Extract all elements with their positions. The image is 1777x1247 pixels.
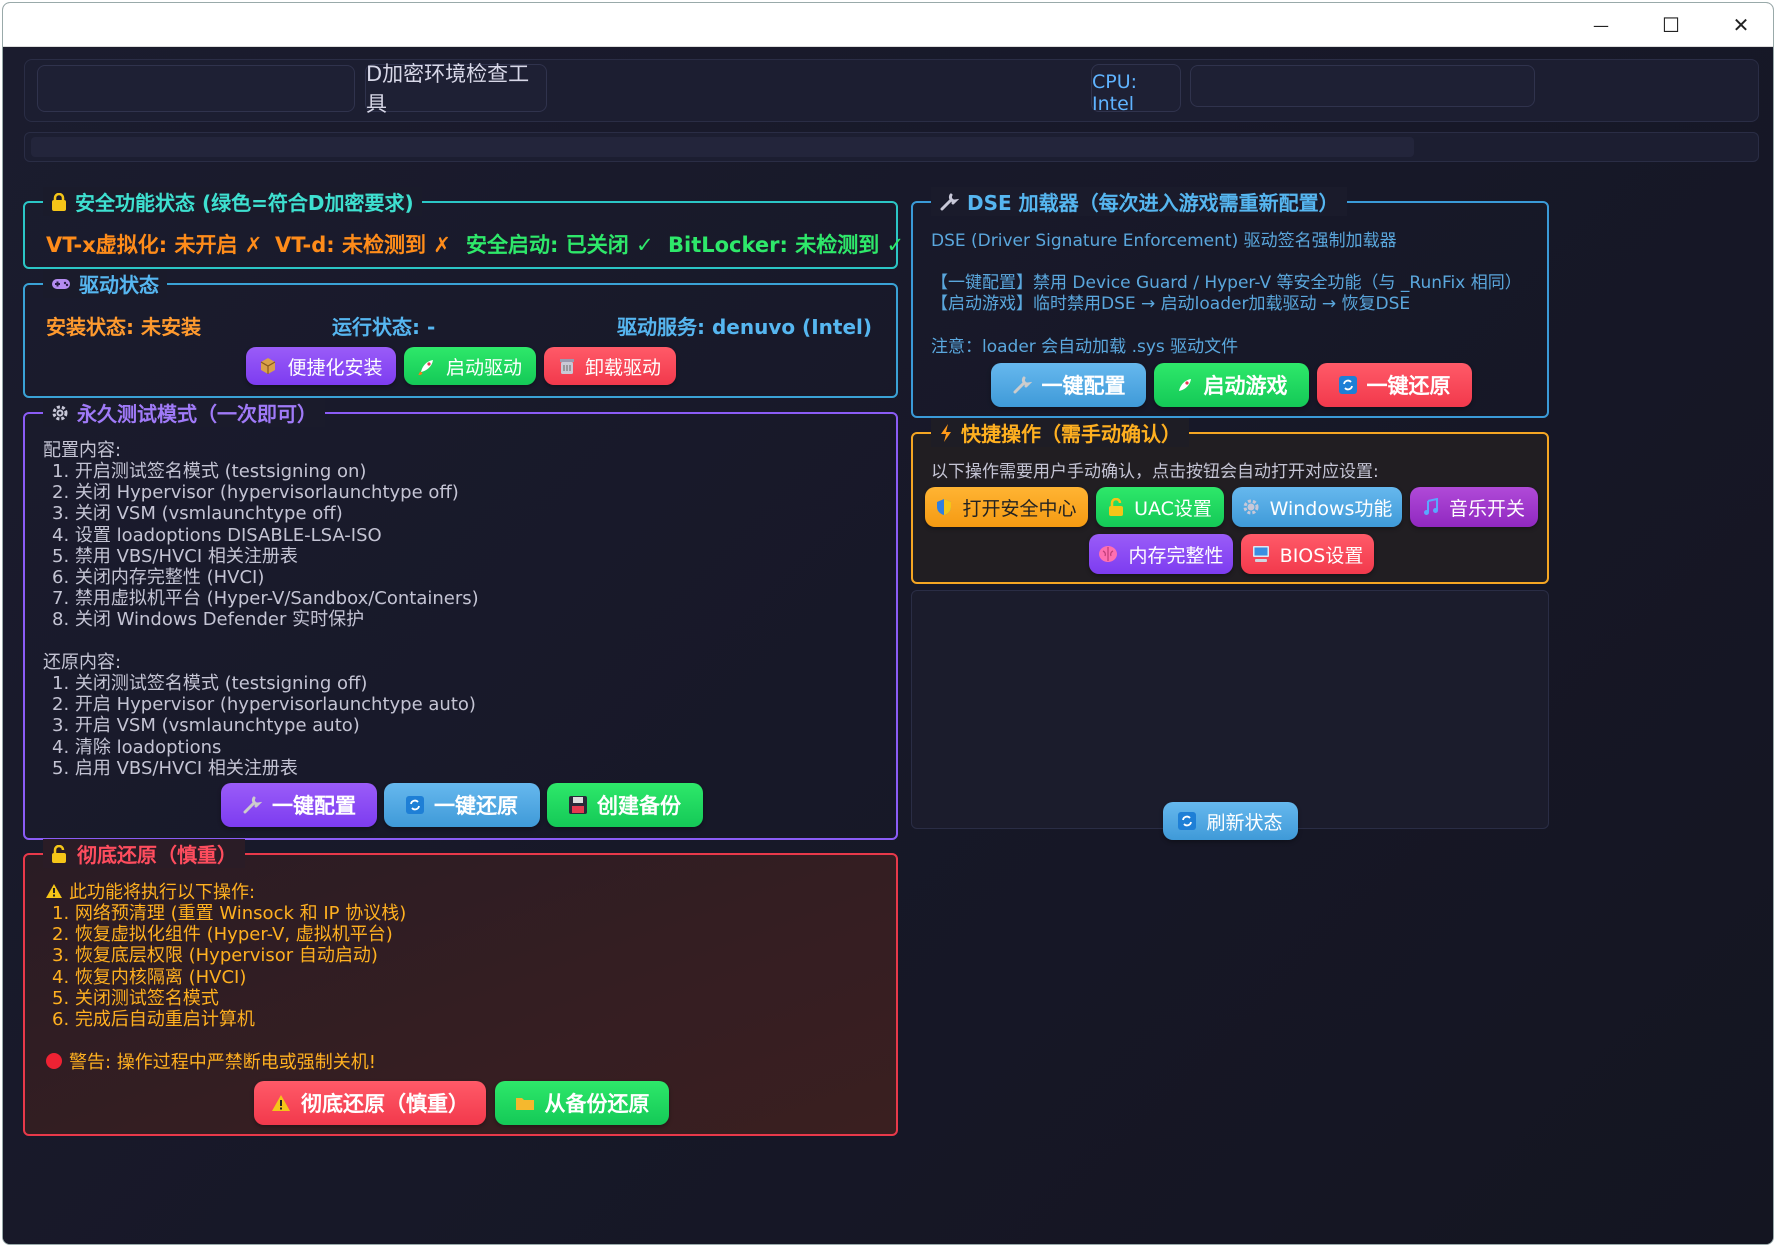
list-item: 6. 完成后自动重启计算机 (52, 1009, 255, 1030)
gear-icon (1242, 498, 1260, 516)
install-status: 安装状态: 未安装 (46, 315, 201, 339)
header-right-box (1190, 65, 1535, 107)
dse-panel: DSE 加载器（每次进入游戏需重新配置） DSE (Driver Signatu… (911, 187, 1549, 418)
trash-icon (559, 357, 575, 375)
lock-icon (51, 192, 67, 211)
bios-settings-button[interactable]: BIOS设置 (1241, 534, 1374, 574)
package-icon (259, 357, 277, 375)
close-icon: ✕ (1732, 13, 1750, 37)
unlock-icon (1108, 498, 1124, 516)
client-area: D加密环境检查工具 CPU: Intel 安全功能状态 (绿色=符合D加密要求)… (3, 48, 1773, 1244)
brain-icon (1098, 545, 1118, 563)
warning-icon (45, 883, 63, 899)
gamepad-icon (51, 277, 71, 291)
warning-icon (271, 1094, 291, 1112)
memory-integrity-button[interactable]: 内存完整性 (1089, 534, 1233, 574)
header-bar: D加密环境检查工具 CPU: Intel (24, 59, 1759, 122)
quick-title: 快捷操作（需手动确认） (931, 418, 1189, 447)
list-item: 8. 关闭 Windows Defender 实时保护 (52, 609, 365, 631)
rocket-icon (418, 357, 436, 375)
dse-note: 注意：loader 会自动加载 .sys 驱动文件 (931, 337, 1239, 357)
restore-from-backup-button[interactable]: 从备份还原 (495, 1081, 669, 1125)
cpu-label: CPU: Intel (1091, 64, 1181, 115)
unlock-icon (51, 844, 69, 863)
driver-panel: 驱动状态 安装状态: 未安装 运行状态: - 驱动服务: denuvo (Int… (23, 269, 898, 398)
maximize-icon: ☐ (1662, 13, 1680, 37)
rocket-icon (1176, 376, 1194, 394)
minimize-icon: — (1593, 15, 1609, 35)
wrench-icon (1012, 375, 1032, 395)
progress-fill (31, 137, 1414, 157)
testmode-title: 永久测试模式（一次即可） (43, 398, 325, 427)
security-panel: 安全功能状态 (绿色=符合D加密要求) VT-x虚拟化: 未开启 ✗ VT-d:… (23, 187, 904, 269)
refresh-status-button[interactable]: 刷新状态 (1163, 802, 1298, 840)
maximize-button[interactable]: ☐ (1636, 3, 1706, 47)
refresh-icon (406, 796, 424, 814)
dse-line2: 【启动游戏】临时禁用DSE → 启动loader加载驱动 → 恢复DSE (931, 294, 1411, 314)
vtx-status: VT-x虚拟化: 未开启 ✗ (46, 233, 263, 257)
close-button[interactable]: ✕ (1706, 3, 1773, 47)
shield-icon (936, 498, 952, 516)
secureboot-status: 安全启动: 已关闭 ✓ (466, 233, 654, 257)
minimize-button[interactable]: — (1566, 3, 1636, 47)
start-driver-button[interactable]: 启动驱动 (404, 347, 536, 385)
uninstall-driver-button[interactable]: 卸载驱动 (544, 347, 676, 385)
dse-restore-button[interactable]: 一键还原 (1317, 363, 1472, 407)
driver-title: 驱动状态 (43, 269, 167, 298)
fullrestore-title: 彻底还原（慎重） (43, 839, 245, 868)
vtd-status: VT-d: 未检测到 ✗ (275, 233, 451, 257)
gear-icon (51, 404, 69, 422)
progress-bar (24, 132, 1759, 162)
driver-service: 驱动服务: denuvo (Intel) (617, 315, 872, 339)
log-area[interactable] (911, 590, 1549, 829)
fullrestore-warning: 警告: 操作过程中严禁断电或强制关机! (45, 1048, 376, 1074)
floppy-icon (569, 796, 587, 814)
dse-desc: DSE (Driver Signature Enforcement) 驱动签名强… (931, 231, 1397, 251)
testmode-panel: 永久测试模式（一次即可） 配置内容: 1. 开启测试签名模式 (testsign… (23, 398, 898, 840)
full-restore-button[interactable]: 彻底还原（慎重） (254, 1081, 486, 1125)
music-toggle-button[interactable]: 音乐开关 (1410, 487, 1538, 527)
music-icon (1423, 498, 1439, 516)
dse-title: DSE 加载器（每次进入游戏需重新配置） (931, 187, 1347, 216)
run-status: 运行状态: - (332, 315, 436, 339)
folder-icon (515, 1095, 535, 1111)
bitlocker-status: BitLocker: 未检测到 ✓ (668, 233, 905, 257)
lightning-icon (939, 423, 953, 443)
dse-config-button[interactable]: 一键配置 (991, 363, 1146, 407)
refresh-icon (1178, 812, 1197, 830)
app-title: D加密环境检查工具 (365, 62, 547, 116)
uac-settings-button[interactable]: UAC设置 (1096, 487, 1224, 527)
refresh-icon (1338, 376, 1357, 394)
computer-icon (1252, 545, 1270, 563)
launch-game-button[interactable]: 启动游戏 (1154, 363, 1309, 407)
security-title: 安全功能状态 (绿色=符合D加密要求) (43, 187, 422, 216)
test-restore-button[interactable]: 一键还原 (384, 783, 540, 827)
header-left-box (37, 65, 355, 112)
wrench-icon (242, 795, 262, 815)
open-security-center-button[interactable]: 打开安全中心 (925, 487, 1088, 527)
windows-features-button[interactable]: Windows功能 (1232, 487, 1402, 527)
title-bar: — ☐ ✕ (3, 3, 1773, 47)
wrench-icon (939, 192, 959, 212)
create-backup-button[interactable]: 创建备份 (547, 783, 703, 827)
list-item: 5. 启用 VBS/HVCI 相关注册表 (52, 757, 298, 779)
red-circle-icon (45, 1052, 63, 1070)
quick-desc: 以下操作需要用户手动确认，点击按钮会自动打开对应设置: (931, 462, 1379, 482)
app-window: — ☐ ✕ D加密环境检查工具 CPU: Intel 安全功能状态 (绿色=符合… (2, 2, 1774, 1245)
install-button[interactable]: 便捷化安装 (246, 347, 396, 385)
quick-panel: 快捷操作（需手动确认） 以下操作需要用户手动确认，点击按钮会自动打开对应设置: … (911, 418, 1549, 584)
fullrestore-panel: 彻底还原（慎重） 此功能将执行以下操作: 1. 网络预清理 (重置 Winsoc… (23, 839, 898, 1136)
test-config-button[interactable]: 一键配置 (221, 783, 377, 827)
